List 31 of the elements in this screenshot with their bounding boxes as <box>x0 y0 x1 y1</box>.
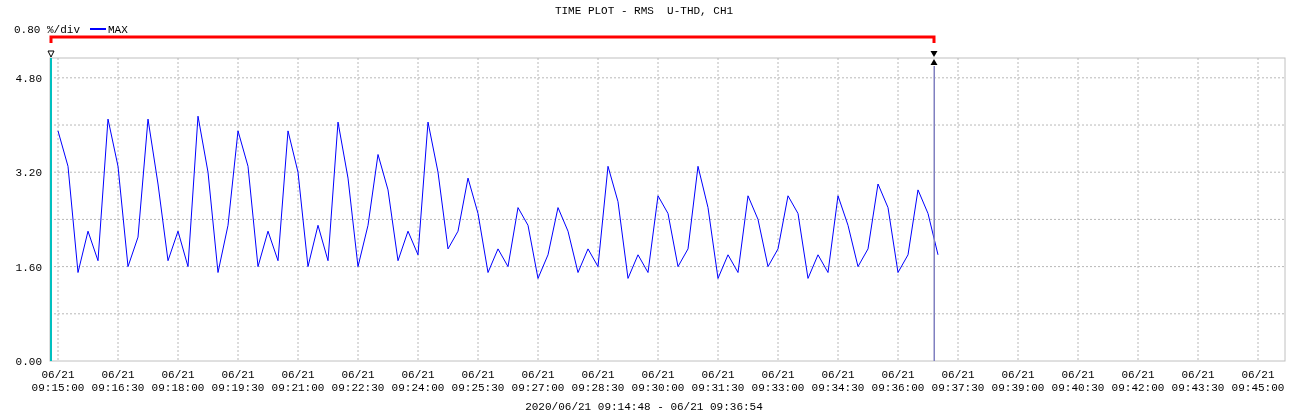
cursor-marker-icon[interactable] <box>930 51 938 65</box>
x-tick-label: 06/21 09:16:30 <box>91 369 145 394</box>
y-tick-label: 1.60 <box>15 261 42 274</box>
x-tick-label: 06/21 09:27:00 <box>511 369 565 394</box>
x-tick-label: 06/21 09:19:30 <box>211 369 265 394</box>
x-tick-label: 06/21 09:42:00 <box>1111 369 1165 394</box>
y-tick-label: 0.00 <box>15 356 42 368</box>
x-tick-label: 06/21 09:34:30 <box>811 369 865 394</box>
x-tick-label: 06/21 09:21:00 <box>271 369 325 394</box>
x-tick-label: 06/21 09:28:30 <box>571 369 625 394</box>
y-tick-label: 3.20 <box>15 167 42 180</box>
x-tick-label: 06/21 09:18:00 <box>151 369 205 394</box>
x-tick-label: 06/21 09:37:30 <box>931 369 985 394</box>
x-tick-label: 06/21 09:22:30 <box>331 369 385 394</box>
legend-label: MAX <box>108 24 128 36</box>
x-tick-label: 06/21 09:40:30 <box>1051 369 1105 394</box>
x-tick-label: 06/21 09:43:30 <box>1171 369 1225 394</box>
chart-title: TIME PLOT - RMS U-THD, CH1 <box>554 5 734 17</box>
x-tick-label: 06/21 09:36:00 <box>871 369 925 394</box>
time-range-label: 2020/06/21 09:14:48 - 06/21 09:36:54 <box>525 401 763 413</box>
x-tick-label: 06/21 09:45:00 <box>1231 369 1285 394</box>
x-tick-label: 06/21 09:33:00 <box>751 369 805 394</box>
x-tick-label: 06/21 09:39:00 <box>991 369 1045 394</box>
x-tick-label: 06/21 09:25:30 <box>451 369 505 394</box>
x-tick-label: 06/21 09:31:30 <box>691 369 745 394</box>
x-tick-label: 06/21 09:30:00 <box>631 369 685 394</box>
x-tick-label: 06/21 09:24:00 <box>391 369 445 394</box>
y-tick-label: 4.80 <box>15 72 42 85</box>
cursor-marker-icon[interactable] <box>47 50 55 58</box>
x-tick-label: 06/21 09:15:00 <box>31 369 85 394</box>
y-scale-label: 0.80 %/div <box>14 24 80 36</box>
